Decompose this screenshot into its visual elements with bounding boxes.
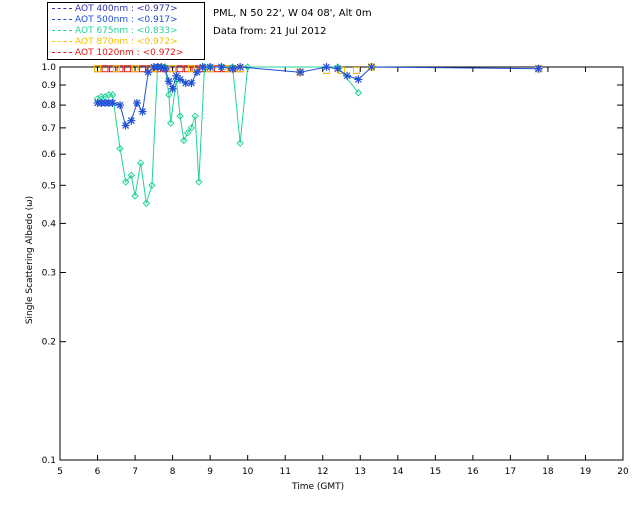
legend-swatch-870 xyxy=(52,41,72,42)
legend-swatch-675 xyxy=(52,30,72,31)
legend-swatch-500 xyxy=(52,19,72,20)
legend-label-675: AOT 675nm : <0.833> xyxy=(75,26,178,36)
data-point-asterisk xyxy=(333,64,342,73)
data-point-asterisk xyxy=(236,63,245,71)
legend-item: AOT 870nm : <0.972> xyxy=(52,37,178,48)
y-tick-label: 0.1 xyxy=(42,456,56,466)
y-tick-label: 0.7 xyxy=(42,124,56,134)
data-point-asterisk xyxy=(161,64,170,73)
data-point-asterisk xyxy=(187,79,196,88)
x-tick-label: 8 xyxy=(170,467,176,477)
x-tick-label: 10 xyxy=(242,467,254,477)
x-tick-label: 12 xyxy=(317,467,328,477)
legend-label-1020: AOT 1020nm : <0.972> xyxy=(75,48,184,58)
x-tick-label: 20 xyxy=(617,467,629,477)
series-line xyxy=(97,66,359,204)
x-tick-label: 18 xyxy=(542,467,554,477)
x-tick-label: 19 xyxy=(580,467,592,477)
y-tick-label: 0.2 xyxy=(42,338,56,348)
legend-item: AOT 1020nm : <0.972> xyxy=(52,48,183,59)
y-tick-label: 0.5 xyxy=(42,181,56,191)
data-point-asterisk xyxy=(367,63,376,71)
y-tick-label: 0.3 xyxy=(42,268,56,278)
y-tick-label: 0.8 xyxy=(42,101,57,111)
data-point-asterisk xyxy=(296,68,305,77)
legend-label-500: AOT 500nm : <0.917> xyxy=(75,15,178,25)
data-point-asterisk xyxy=(228,64,237,73)
legend-swatch-1020 xyxy=(52,52,72,53)
x-tick-label: 13 xyxy=(355,467,366,477)
data-point-asterisk xyxy=(108,98,117,107)
y-tick-label: 0.9 xyxy=(42,81,57,91)
y-tick-label: 1.0 xyxy=(42,63,57,73)
data-point-asterisk xyxy=(206,63,215,71)
data-point-asterisk xyxy=(217,63,226,71)
x-axis-label: Time (GMT) xyxy=(292,482,345,492)
y-tick-label: 0.6 xyxy=(42,150,57,160)
legend: AOT 400nm : <0.977> AOT 500nm : <0.917> … xyxy=(47,2,205,60)
x-tick-label: 15 xyxy=(430,467,441,477)
x-tick-label: 9 xyxy=(207,467,213,477)
legend-item: AOT 500nm : <0.917> xyxy=(52,15,178,26)
data-point-asterisk xyxy=(176,75,185,84)
x-tick-label: 16 xyxy=(467,467,479,477)
y-axis-label: Single Scattering Albedo (ω) xyxy=(25,195,35,325)
data-point-asterisk xyxy=(164,77,173,86)
data-point-asterisk xyxy=(354,75,363,84)
data-point-asterisk xyxy=(534,64,543,73)
chart-area: 5 6 7 8 9 10 11 12 13 14 15 16 17 18 19 20 0.1 0.2 0.3 0.4 0… xyxy=(42,63,629,477)
data-point-asterisk xyxy=(121,121,130,130)
x-tick-label: 7 xyxy=(132,467,138,477)
legend-item: AOT 675nm : <0.833> xyxy=(52,26,178,37)
date-info: Data from: 21 Jul 2012 xyxy=(213,26,327,37)
series-line xyxy=(97,66,539,127)
data-point-asterisk xyxy=(198,63,207,71)
data-point-asterisk xyxy=(322,63,331,71)
data-point-square xyxy=(353,66,361,74)
x-tick-label: 14 xyxy=(392,467,404,477)
data-point-asterisk xyxy=(343,71,352,80)
x-tick-label: 17 xyxy=(505,467,516,477)
data-point-asterisk xyxy=(138,107,147,116)
x-tick-label: 6 xyxy=(95,467,101,477)
legend-swatch-400 xyxy=(52,8,72,9)
data-point-asterisk xyxy=(127,116,136,125)
site-info: PML, N 50 22', W 04 08', Alt 0m xyxy=(213,8,372,19)
data-point-asterisk xyxy=(132,98,141,107)
legend-label-400: AOT 400nm : <0.977> xyxy=(75,4,178,14)
plot-frame xyxy=(59,66,624,461)
x-tick-label: 5 xyxy=(57,467,63,477)
data-point-asterisk xyxy=(168,84,177,93)
legend-label-870: AOT 870nm : <0.972> xyxy=(75,37,178,47)
legend-item: AOT 400nm : <0.977> xyxy=(52,4,178,15)
data-point-asterisk xyxy=(116,101,125,110)
data-point-square xyxy=(353,66,361,74)
x-tick-label: 11 xyxy=(279,467,290,477)
y-tick-label: 0.4 xyxy=(42,219,57,229)
